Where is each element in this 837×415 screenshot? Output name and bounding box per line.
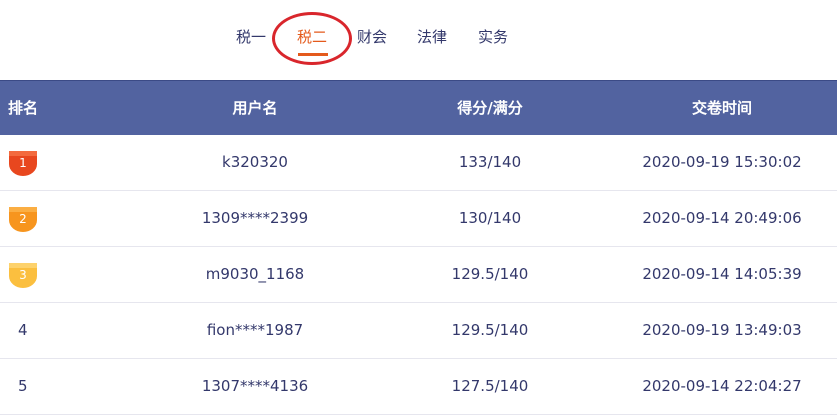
subject-tabs: 税一 税二 财会 法律 实务 [0, 0, 837, 80]
tab-shui-yi[interactable]: 税一 [236, 26, 266, 47]
table-row: 5 1307****4136 127.5/140 2020-09-14 22:0… [0, 359, 837, 415]
submit-time: 2020-09-14 14:05:39 [642, 265, 802, 283]
username: fion****1987 [206, 321, 304, 339]
highlight-circle-annotation [272, 12, 352, 65]
svg-text:1: 1 [19, 156, 27, 170]
username: k320320 [222, 153, 288, 171]
header-submit-time: 交卷时间 [691, 99, 752, 117]
svg-text:2: 2 [19, 212, 27, 226]
table-row: 4 fion****1987 129.5/140 2020-09-19 13:4… [0, 303, 837, 359]
score: 127.5/140 [451, 377, 529, 395]
submit-time: 2020-09-19 15:30:02 [642, 153, 802, 171]
ranking-table: 排名 用户名 得分/满分 交卷时间 1 k320320 133/140 2020… [0, 80, 837, 415]
username: 1309****2399 [201, 209, 309, 227]
svg-text:3: 3 [19, 268, 27, 282]
table-header: 排名 用户名 得分/满分 交卷时间 [0, 80, 837, 135]
submit-time: 2020-09-19 13:49:03 [642, 321, 802, 339]
score: 130/140 [458, 209, 522, 227]
submit-time: 2020-09-14 20:49:06 [642, 209, 802, 227]
tab-fa-lv[interactable]: 法律 [417, 26, 447, 47]
rank-number: 5 [18, 377, 28, 395]
score: 129.5/140 [451, 321, 529, 339]
score: 129.5/140 [451, 265, 529, 283]
table-row: 3 m9030_1168 129.5/140 2020-09-14 14:05:… [0, 247, 837, 303]
tab-cai-hui[interactable]: 财会 [357, 26, 387, 47]
username: m9030_1168 [205, 265, 305, 283]
table-row: 1 k320320 133/140 2020-09-19 15:30:02 [0, 135, 837, 191]
rank-medal-icon: 1 [8, 150, 38, 177]
rank-medal-icon: 2 [8, 206, 38, 233]
rank-number: 4 [18, 321, 28, 339]
rank-medal-icon: 3 [8, 262, 38, 289]
submit-time: 2020-09-14 22:04:27 [642, 377, 802, 395]
score: 133/140 [458, 153, 522, 171]
table-row: 2 1309****2399 130/140 2020-09-14 20:49:… [0, 191, 837, 247]
username: 1307****4136 [201, 377, 309, 395]
header-score: 得分/满分 [457, 99, 523, 117]
header-username: 用户名 [232, 99, 278, 117]
header-rank: 排名 [8, 99, 39, 117]
tab-shi-wu[interactable]: 实务 [478, 26, 508, 47]
